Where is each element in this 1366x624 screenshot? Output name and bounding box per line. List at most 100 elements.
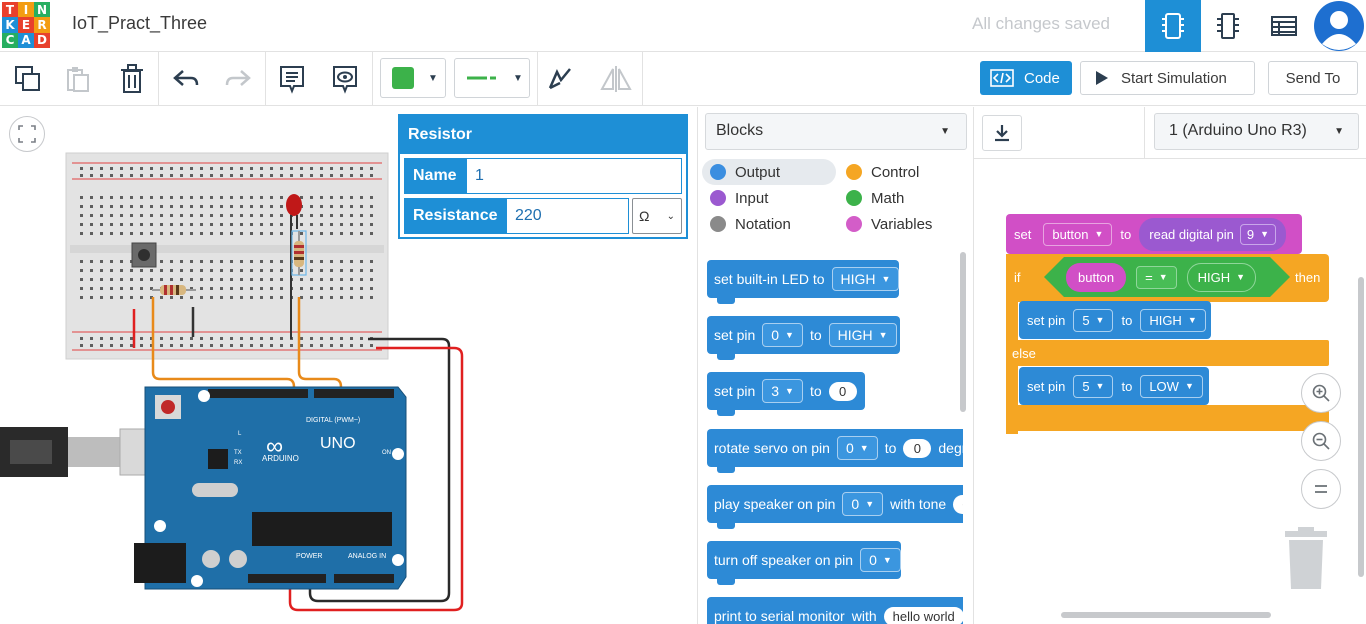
send-to-button[interactable]: Send To [1268, 61, 1358, 95]
tx-label: TX [234, 450, 242, 456]
user-avatar[interactable] [1313, 0, 1365, 52]
block-number-input[interactable]: 60 [953, 494, 963, 514]
palette-block[interactable]: rotate servo on pin 0▼ to 0 degre [707, 429, 963, 473]
copy-button[interactable] [8, 52, 48, 106]
palette-block[interactable]: play speaker on pin 0▼ with tone 60 [707, 485, 963, 529]
block-dropdown[interactable]: 0 ▼ [860, 548, 901, 572]
device-select[interactable]: 1 (Arduino Uno R3) ▼ [1154, 113, 1359, 150]
workspace-trash-icon[interactable] [1282, 527, 1330, 591]
start-simulation-button[interactable]: Start Simulation [1080, 61, 1255, 95]
block-dropdown[interactable]: 0 ▼ [836, 436, 878, 460]
palette-block[interactable]: set pin 0 ▼ to HIGH ▼ [707, 316, 900, 360]
category-label: Output [735, 163, 781, 181]
redo-button[interactable] [218, 52, 258, 106]
set-variable-block[interactable]: set button ▼ to read digital pin 9 ▼ [1006, 214, 1302, 254]
category-control[interactable]: Control [838, 159, 968, 185]
palette-block[interactable]: set built-in LED to HIGH ▼ [707, 260, 900, 304]
category-notation[interactable]: Notation [702, 211, 832, 237]
compare-operator-dropdown[interactable]: = ▼ [1136, 265, 1177, 289]
breadboard-icon [1162, 13, 1184, 39]
reset-zoom-button[interactable] [1301, 469, 1341, 509]
project-title[interactable]: IoT_Pract_Three [72, 13, 207, 34]
schematic-view-button[interactable] [1200, 0, 1256, 52]
wire-tool-button[interactable] [542, 52, 578, 106]
category-dot-icon [710, 216, 726, 232]
zoom-in-button[interactable] [1301, 373, 1341, 413]
code-button[interactable]: Code [980, 61, 1072, 95]
read-pin-dropdown[interactable]: 9 ▼ [1239, 223, 1276, 245]
then-keyword: then [1295, 269, 1321, 285]
delete-button[interactable] [112, 52, 152, 106]
tinkercad-logo[interactable]: TINKERCAD [2, 2, 50, 48]
blocks-scrollbar[interactable] [960, 252, 966, 412]
block-number-input[interactable]: 0 [828, 381, 857, 401]
chevron-down-icon: ▼ [865, 499, 875, 509]
code-icon [990, 69, 1014, 87]
else-set-pin-block[interactable]: set pin 5 ▼ to LOW ▼ [1019, 367, 1209, 405]
device-select-value: 1 (Arduino Uno R3) [1169, 122, 1307, 139]
block-label: print to serial monitor [714, 608, 845, 624]
inspector-title: Resistor [400, 116, 686, 154]
palette-block[interactable]: set pin 3 ▼ to 0 [707, 372, 865, 416]
on-label: ON [382, 450, 391, 456]
category-input[interactable]: Input [702, 185, 832, 211]
zoom-out-button[interactable] [1301, 421, 1341, 461]
palette-block[interactable]: print to serial monitor with hello world [707, 597, 963, 624]
undo-button[interactable] [166, 52, 206, 106]
logo-letter: C [2, 32, 18, 48]
compare-value-dropdown[interactable]: HIGH ▼ [1186, 262, 1257, 292]
circuit-view-button[interactable] [1145, 0, 1201, 52]
wire-color-dropdown[interactable]: ▼ [454, 58, 530, 98]
paste-button[interactable] [58, 52, 98, 106]
logo-letter: I [18, 2, 34, 18]
zoom-out-icon [1312, 432, 1330, 450]
then-value-dropdown[interactable]: HIGH ▼ [1140, 308, 1206, 332]
category-dot-icon [846, 164, 862, 180]
block-dropdown[interactable]: HIGH ▼ [828, 323, 897, 347]
set-variable-dropdown[interactable]: button ▼ [1043, 222, 1113, 246]
resistance-field[interactable]: 220 [507, 199, 628, 233]
chevron-down-icon: ▼ [785, 386, 794, 396]
logo-letter: R [34, 17, 50, 33]
chip-icon [1217, 13, 1239, 39]
category-variables[interactable]: Variables [838, 211, 968, 237]
push-button[interactable] [131, 242, 157, 268]
start-simulation-label: Start Simulation [1121, 69, 1227, 87]
then-set-pin-block[interactable]: set pin 5 ▼ to HIGH ▼ [1019, 301, 1211, 339]
category-math[interactable]: Math [838, 185, 968, 211]
workspace-horizontal-scrollbar[interactable] [1061, 612, 1271, 618]
else-pin-dropdown[interactable]: 5 ▼ [1073, 374, 1114, 398]
fill-color-dropdown[interactable]: ▼ [380, 58, 446, 98]
resistance-unit-select[interactable]: Ω ⌄ [632, 198, 682, 234]
fill-color-swatch [392, 67, 414, 89]
block-number-input[interactable]: hello world [883, 606, 963, 624]
then-pin-dropdown[interactable]: 5 ▼ [1073, 308, 1114, 332]
resistor-inspector: Resistor Name 1 Resistance 220 Ω ⌄ [398, 114, 688, 239]
block-dropdown[interactable]: HIGH ▼ [831, 267, 900, 291]
palette-block[interactable]: turn off speaker on pin 0 ▼ [707, 541, 901, 585]
block-label: with tone [890, 496, 947, 512]
download-code-button[interactable] [982, 115, 1022, 151]
workspace-vertical-scrollbar[interactable] [1358, 277, 1364, 577]
block-number-input[interactable]: 0 [903, 438, 932, 458]
else-value-dropdown[interactable]: LOW ▼ [1140, 374, 1203, 398]
compare-variable[interactable]: button [1066, 262, 1127, 292]
block-dropdown[interactable]: 3 ▼ [762, 379, 803, 403]
read-digital-pin-block[interactable]: read digital pin 9 ▼ [1139, 217, 1286, 251]
circuit-canvas[interactable]: ∞ UNO ARDUINO DIGITAL (PWM~) POWER ANALO… [0, 107, 696, 624]
category-label: Variables [871, 215, 933, 233]
code-workspace[interactable]: 1 (Arduino Uno R3) ▼ set button ▼ to read… [973, 107, 1366, 624]
arduino-uno-board[interactable]: ∞ UNO ARDUINO DIGITAL (PWM~) POWER ANALO… [0, 386, 407, 590]
blocks-mode-select[interactable]: Blocks ▼ [705, 113, 967, 150]
notes-button[interactable] [272, 52, 312, 106]
chevron-down-icon: ▼ [785, 330, 794, 340]
category-label: Notation [735, 215, 791, 233]
category-output[interactable]: Output [702, 159, 836, 185]
breadboard[interactable] [65, 152, 389, 360]
component-list-button[interactable] [1256, 0, 1312, 52]
name-field[interactable]: 1 [467, 159, 681, 193]
flip-button[interactable] [596, 52, 636, 106]
toggle-notes-visibility-button[interactable] [325, 52, 365, 106]
block-dropdown[interactable]: 0 ▼ [842, 492, 884, 516]
block-dropdown[interactable]: 0 ▼ [762, 323, 803, 347]
